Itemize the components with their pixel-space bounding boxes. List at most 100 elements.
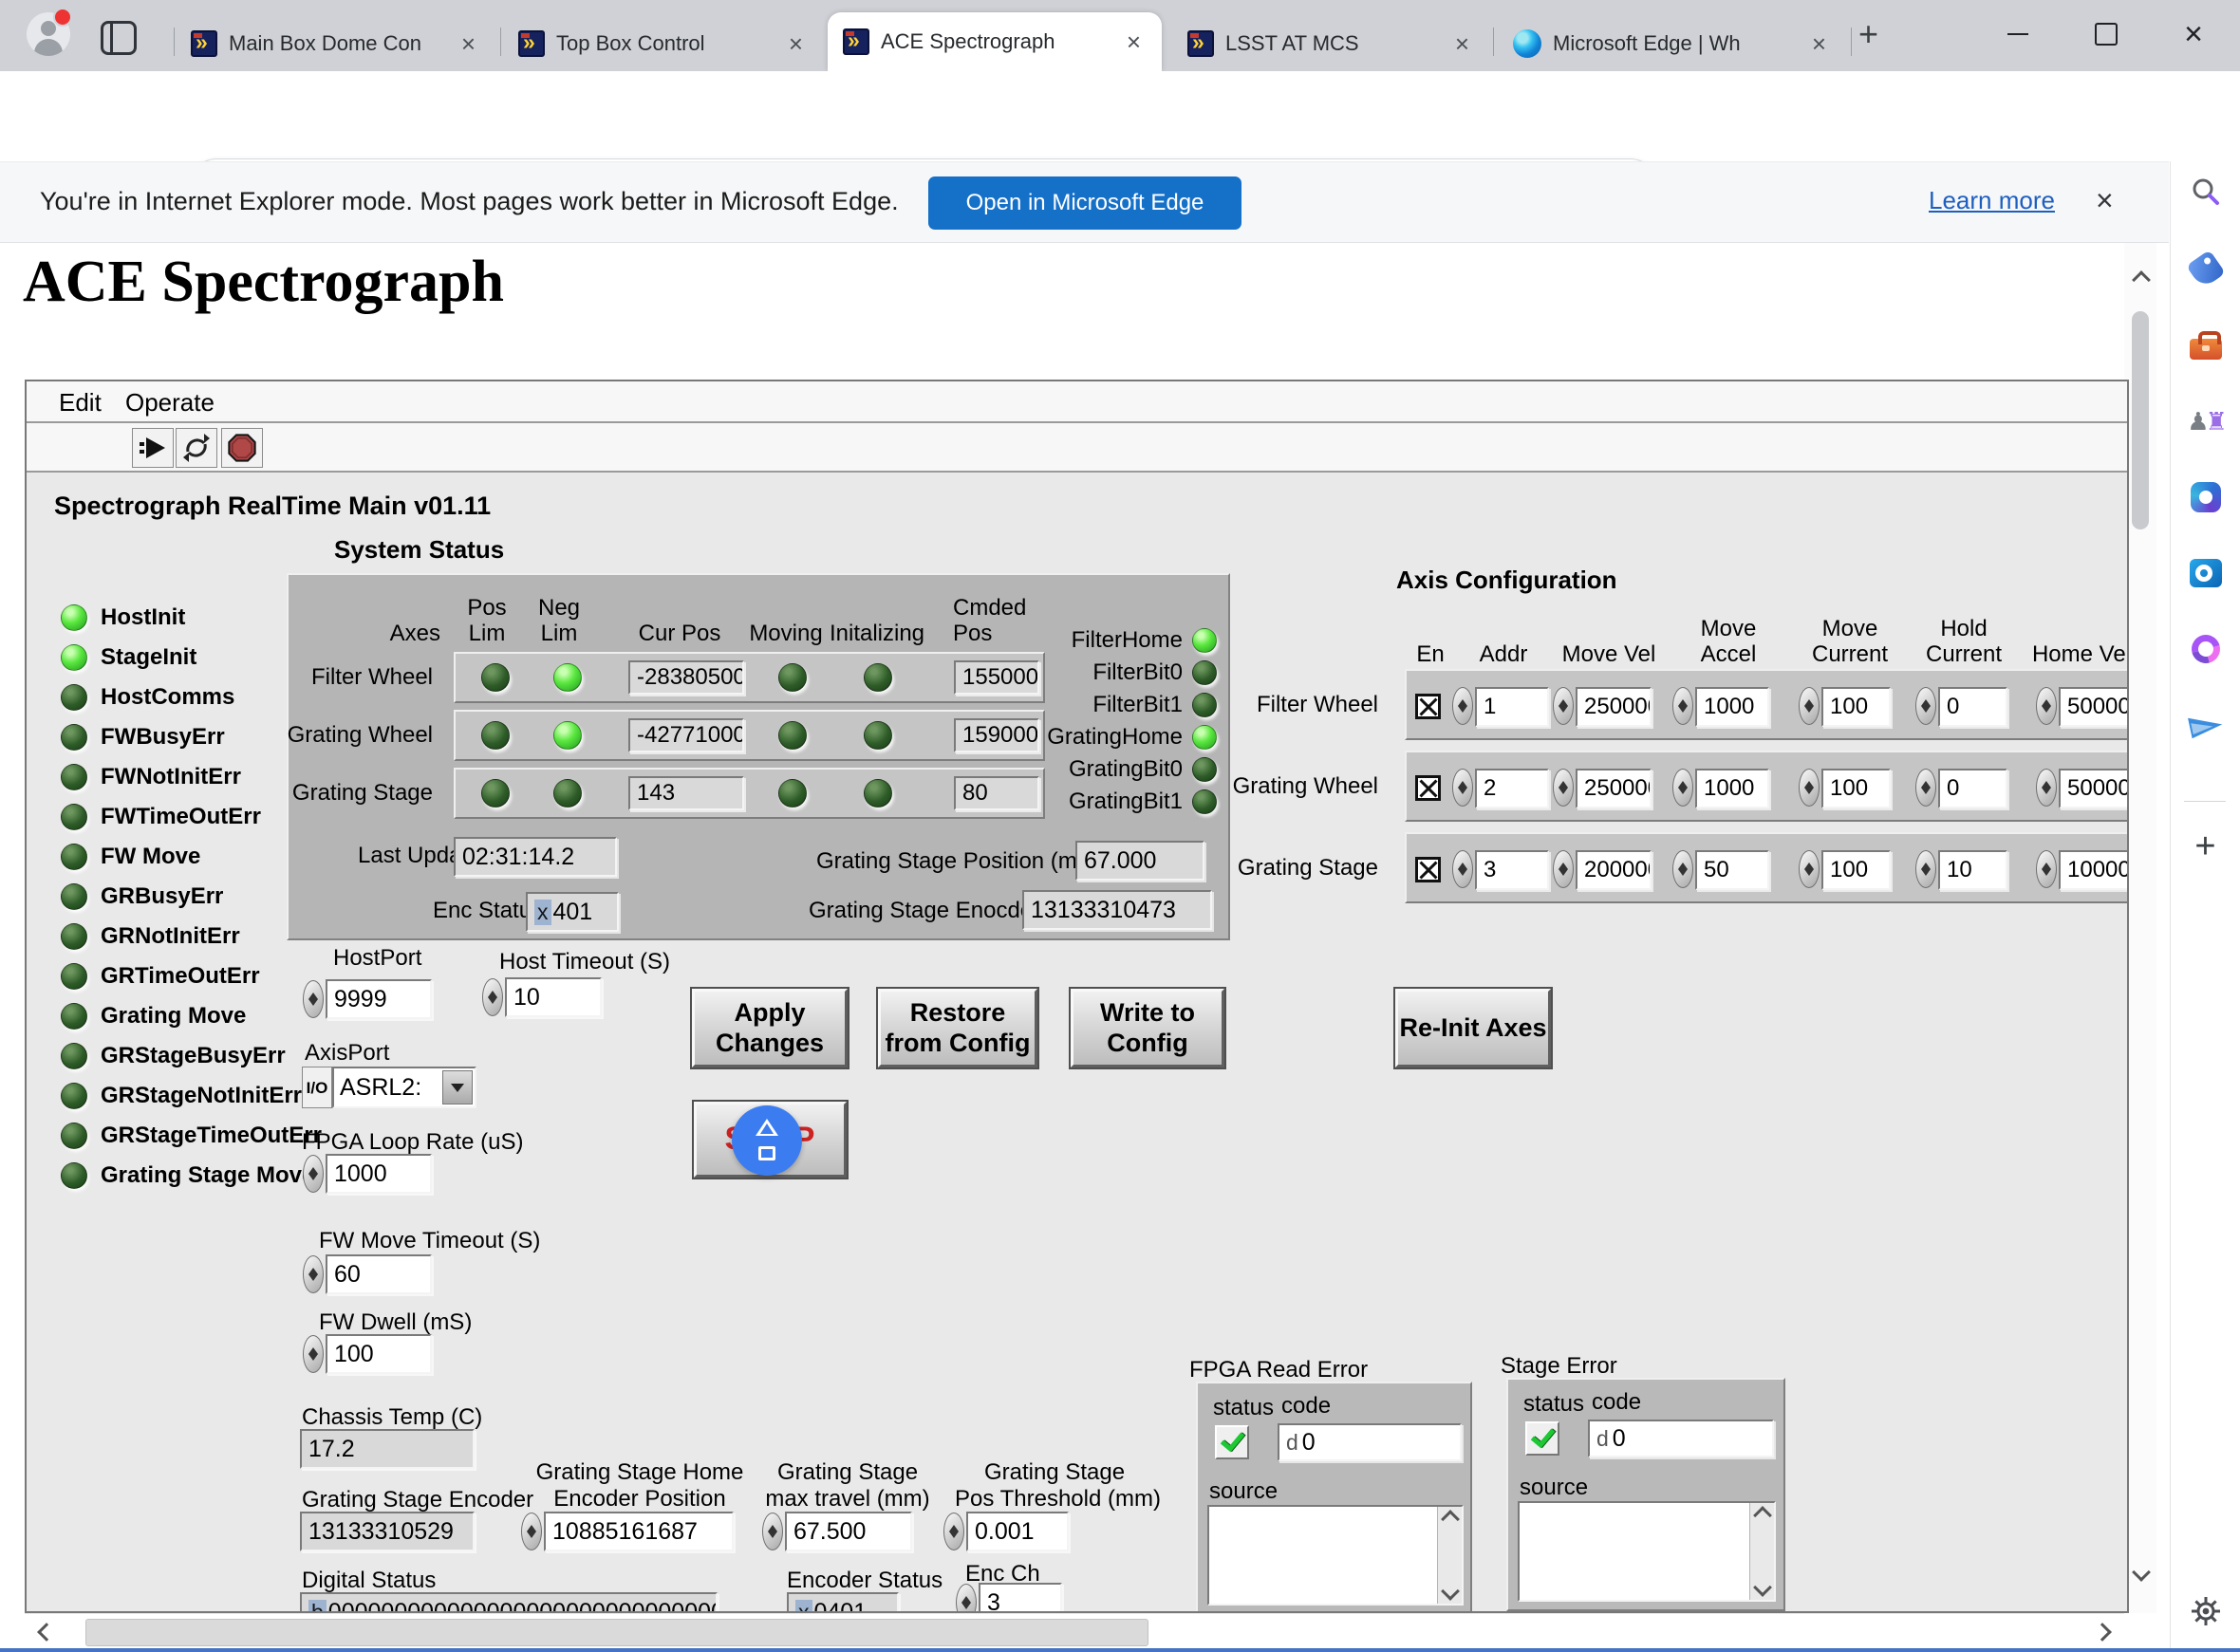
home_vel-spinner[interactable] (2036, 769, 2057, 807)
move_vel-input[interactable]: 250000 (1576, 687, 1652, 727)
move_vel-spinner[interactable] (1553, 769, 1574, 807)
hold_current-spinner[interactable] (1915, 850, 1936, 888)
microsoft-365-icon[interactable] (2188, 479, 2224, 515)
fpga-loop-rate-spinner[interactable] (303, 1155, 324, 1193)
gs-pos-threshold-input[interactable]: 0.001 (966, 1512, 1069, 1551)
shopping-icon[interactable] (2188, 251, 2224, 288)
write-to-config-button[interactable]: Write to Config (1071, 989, 1224, 1067)
move_vel-spinner[interactable] (1553, 687, 1574, 725)
tab-microsoft-edge[interactable]: Microsoft Edge | Wh × (1498, 16, 1847, 71)
hold_current-spinner[interactable] (1915, 687, 1936, 725)
apply-changes-button[interactable]: Apply Changes (692, 989, 848, 1067)
fpga-loop-rate-control[interactable]: 1000 (303, 1154, 432, 1194)
enable-checkbox[interactable] (1415, 857, 1441, 882)
host-port-input[interactable]: 9999 (326, 979, 432, 1019)
hold_current-input[interactable]: 0 (1938, 769, 2007, 808)
addr-spinner[interactable] (1452, 687, 1473, 725)
scroll-down-icon[interactable] (1753, 1578, 1772, 1597)
scroll-left-icon[interactable] (37, 1623, 56, 1642)
gs-home-enc-spinner[interactable] (521, 1513, 542, 1550)
enc-ch-input[interactable]: 3 (979, 1583, 1062, 1613)
games-icon[interactable]: ♟♜ (2188, 403, 2224, 439)
addr-spinner[interactable] (1452, 850, 1473, 888)
window-close-button[interactable]: × (2164, 11, 2223, 57)
move_current-spinner[interactable] (1799, 769, 1820, 807)
host-port-control[interactable]: 9999 (303, 979, 432, 1019)
axis-port-select[interactable]: ASRL2: (332, 1067, 476, 1108)
source-scrollbar[interactable] (1437, 1507, 1462, 1604)
addr-input[interactable]: 3 (1475, 850, 1549, 890)
enc-ch-spinner[interactable] (956, 1584, 977, 1613)
move_current-input[interactable]: 100 (1821, 687, 1891, 727)
move_current-spinner[interactable] (1799, 687, 1820, 725)
move_vel-spinner[interactable] (1553, 850, 1574, 888)
sidebar-settings-gear-icon[interactable] (2188, 1593, 2224, 1629)
gs-pos-threshold-spinner[interactable] (943, 1513, 964, 1550)
learn-more-link[interactable]: Learn more (1929, 186, 2055, 215)
move_current-input[interactable]: 100 (1821, 769, 1891, 808)
enc-ch-control[interactable]: 3 (956, 1583, 1062, 1613)
new-tab-button[interactable]: + (1858, 17, 1878, 51)
enable-checkbox[interactable] (1415, 775, 1441, 801)
horizontal-scrollbar-thumb[interactable] (85, 1619, 1148, 1646)
tab-ace-spectrograph-active[interactable]: ACE Spectrograph × (828, 12, 1162, 71)
home_vel-input[interactable]: 100000 (2059, 850, 2129, 890)
abort-button[interactable] (221, 428, 263, 468)
tab-close-icon[interactable]: × (1449, 29, 1475, 58)
banner-close-icon[interactable]: × (2086, 179, 2123, 222)
tab-close-icon[interactable]: × (1121, 28, 1147, 56)
scroll-up-icon[interactable] (2132, 270, 2151, 289)
tab-main-box-dome[interactable]: Main Box Dome Con × (176, 16, 496, 71)
gs-max-travel-spinner[interactable] (762, 1513, 783, 1550)
host-timeout-spinner[interactable] (482, 978, 503, 1016)
tab-close-icon[interactable]: × (783, 29, 809, 58)
tools-icon[interactable] (2188, 327, 2224, 363)
move_current-spinner[interactable] (1799, 850, 1820, 888)
hold_current-input[interactable]: 0 (1938, 687, 2007, 727)
addr-input[interactable]: 1 (1475, 687, 1549, 727)
fpga-loop-rate-input[interactable]: 1000 (326, 1154, 432, 1194)
fw-dwell-spinner[interactable] (303, 1335, 324, 1373)
move_accel-spinner[interactable] (1672, 687, 1693, 725)
dropdown-arrow-icon[interactable] (442, 1070, 473, 1104)
enable-checkbox[interactable] (1415, 694, 1441, 719)
home_vel-input[interactable]: 50000 (2059, 687, 2129, 727)
search-icon[interactable] (2188, 174, 2224, 210)
move_accel-spinner[interactable] (1672, 769, 1693, 807)
gs-max-travel-control[interactable]: 67.500 (762, 1512, 912, 1551)
outlook-icon[interactable] (2188, 555, 2224, 591)
hold_current-input[interactable]: 10 (1938, 850, 2007, 890)
fw-move-timeout-spinner[interactable] (303, 1255, 324, 1293)
hold_current-spinner[interactable] (1915, 769, 1936, 807)
open-in-edge-button[interactable]: Open in Microsoft Edge (928, 176, 1241, 230)
window-maximize-button[interactable] (2077, 11, 2136, 57)
vertical-scrollbar-thumb[interactable] (2132, 311, 2149, 529)
host-port-spinner[interactable] (303, 980, 324, 1018)
fw-move-timeout-control[interactable]: 60 (303, 1254, 432, 1294)
fw-dwell-input[interactable]: 100 (326, 1334, 432, 1374)
tab-top-box-control[interactable]: Top Box Control × (503, 16, 824, 71)
addr-input[interactable]: 2 (1475, 769, 1549, 808)
scroll-up-icon[interactable] (1753, 1506, 1772, 1525)
move_accel-input[interactable]: 1000 (1695, 769, 1769, 808)
gs-pos-threshold-control[interactable]: 0.001 (943, 1512, 1069, 1551)
menu-edit[interactable]: Edit (59, 388, 102, 418)
window-minimize-button[interactable] (1988, 11, 2047, 57)
source-scrollbar[interactable] (1749, 1503, 1774, 1600)
run-button[interactable] (132, 428, 174, 468)
tab-lsst-at-mcs[interactable]: LSST AT MCS × (1172, 16, 1490, 71)
drop-icon[interactable] (2188, 707, 2224, 743)
loop-icon[interactable] (2188, 631, 2224, 667)
horizontal-scrollbar[interactable] (25, 1613, 2124, 1649)
move_accel-spinner[interactable] (1672, 850, 1693, 888)
fw-dwell-control[interactable]: 100 (303, 1334, 432, 1374)
restore-from-config-button[interactable]: Restore from Config (878, 989, 1037, 1067)
gs-max-travel-input[interactable]: 67.500 (785, 1512, 912, 1551)
tab-actions-icon[interactable] (101, 21, 137, 55)
home_vel-input[interactable]: 50000 (2059, 769, 2129, 808)
move_vel-input[interactable]: 200000 (1576, 850, 1652, 890)
home_vel-spinner[interactable] (2036, 687, 2057, 725)
move_vel-input[interactable]: 250000 (1576, 769, 1652, 808)
fw-move-timeout-input[interactable]: 60 (326, 1254, 432, 1294)
move_accel-input[interactable]: 1000 (1695, 687, 1769, 727)
